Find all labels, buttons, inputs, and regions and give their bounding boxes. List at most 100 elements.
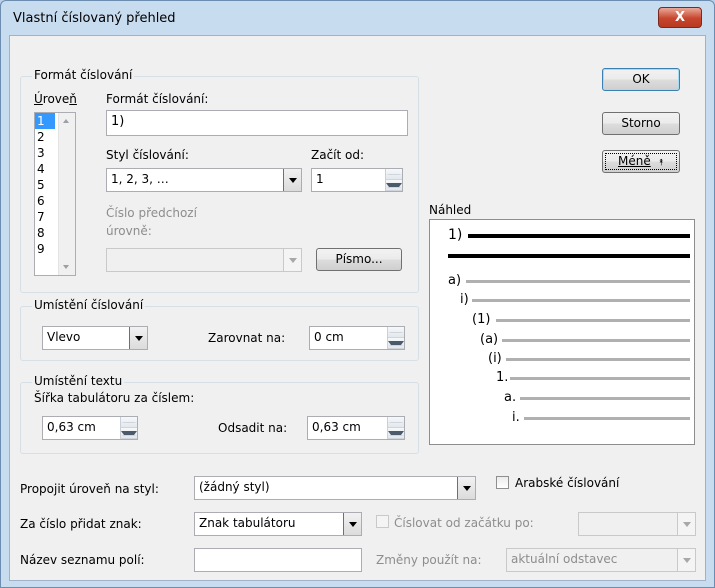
level-item-1[interactable]: 1 <box>35 113 55 129</box>
tab-width-label: Šířka tabulátoru za číslem: <box>34 391 195 405</box>
style-label: Styl číslování: <box>106 148 189 162</box>
link-style-select[interactable]: (žádný styl) <box>194 476 476 500</box>
preview-level-1-continuation <box>448 254 690 258</box>
number-position-group-label: Umístění číslování <box>32 298 146 312</box>
dialog-title: Vlastní číslovaný přehled <box>13 11 176 26</box>
link-style-value: (žádný styl) <box>199 480 270 494</box>
preview-level-3-line <box>472 299 690 302</box>
tab-width-spin-buttons[interactable] <box>120 417 137 439</box>
start-at-stepper[interactable]: 1 <box>311 168 403 192</box>
restart-after-select <box>578 512 696 536</box>
link-style-dropdown-icon[interactable] <box>457 477 475 499</box>
spin-up-icon[interactable] <box>121 417 137 428</box>
legal-numbering-label: Arabské číslování <box>515 476 620 490</box>
level-item-5[interactable]: 5 <box>35 177 55 193</box>
cancel-button-label: Storno <box>621 116 661 130</box>
preview-level-2-label: a) <box>448 273 462 288</box>
dialog-client-area: Formát číslování Úroveň 1 2 3 4 5 6 7 8 … <box>9 35 706 581</box>
apply-to-dropdown-icon <box>677 549 695 571</box>
alignment-dropdown-icon[interactable] <box>129 327 147 349</box>
indent-stepper[interactable]: 0,63 cm <box>307 416 405 440</box>
apply-to-select: aktuální odstavec <box>506 548 696 572</box>
align-at-value: 0 cm <box>314 330 344 344</box>
spin-down-icon[interactable] <box>121 428 137 439</box>
style-select[interactable]: 1, 2, 3, … <box>106 168 302 192</box>
preview-level-1-line <box>468 234 690 238</box>
align-at-spin-buttons[interactable] <box>387 327 404 349</box>
font-button-label: Písmo... <box>335 252 383 266</box>
preview-level-5-line <box>502 339 690 342</box>
preview-level-2-line <box>466 280 690 283</box>
number-format-group-label: Formát číslování <box>32 68 135 82</box>
preview-level-7-label: 1. <box>496 370 509 385</box>
follow-number-dropdown-icon[interactable] <box>343 513 361 535</box>
restart-numbering-label: Číslovat od začátku po: <box>394 516 534 530</box>
field-list-name-label: Název seznamu polí: <box>20 553 145 567</box>
level-item-2[interactable]: 2 <box>35 129 55 145</box>
level-item-9[interactable]: 9 <box>35 241 55 257</box>
less-button-label: Méně <box>618 154 651 168</box>
align-at-stepper[interactable]: 0 cm <box>309 326 405 350</box>
indent-spin-buttons[interactable] <box>387 417 404 439</box>
level-scrollbar[interactable] <box>58 113 75 275</box>
level-list[interactable]: 1 2 3 4 5 6 7 8 9 <box>34 112 76 276</box>
level-item-3[interactable]: 3 <box>35 145 55 161</box>
ok-button[interactable]: OK <box>602 68 680 91</box>
prev-level-label-line1: Číslo předchozí <box>106 206 197 220</box>
indent-value: 0,63 cm <box>312 420 361 434</box>
level-item-8[interactable]: 8 <box>35 225 55 241</box>
spin-up-icon[interactable] <box>388 327 404 338</box>
text-position-group-label: Umístění textu <box>32 374 125 388</box>
title-bar[interactable]: Vlastní číslovaný přehled X <box>1 1 714 35</box>
apply-to-label: Změny použít na: <box>376 553 482 567</box>
preview-level-1-label: 1) <box>448 227 463 243</box>
preview-level-8-label: a. <box>504 390 517 405</box>
align-at-label: Zarovnat na: <box>208 331 286 345</box>
preview-pane: 1) a) i) (1) (a) (i) 1. a. i. <box>429 219 695 445</box>
preview-level-6-line <box>506 358 690 361</box>
prev-level-label-line2: úrovně: <box>106 224 152 238</box>
alignment-value: Vlevo <box>47 330 81 344</box>
preview-label: Náhled <box>429 203 472 217</box>
level-item-7[interactable]: 7 <box>35 209 55 225</box>
start-at-label: Začít od: <box>311 148 365 162</box>
follow-number-label: Za číslo přidat znak: <box>20 517 142 531</box>
preview-level-9-label: i. <box>512 410 520 425</box>
field-list-name-input[interactable] <box>194 548 362 572</box>
preview-level-9-line <box>524 417 690 420</box>
preview-level-4-line <box>496 319 690 322</box>
link-style-label: Propojit úroveň na styl: <box>20 482 159 496</box>
preview-level-4-label: (1) <box>472 312 491 327</box>
preview-level-5-label: (a) <box>480 332 499 347</box>
follow-number-select[interactable]: Znak tabulátoru <box>194 512 362 536</box>
close-button[interactable]: X <box>658 7 702 28</box>
spin-down-icon[interactable] <box>388 428 404 439</box>
spin-down-icon[interactable] <box>388 338 404 349</box>
cancel-button[interactable]: Storno <box>602 112 680 135</box>
tab-width-stepper[interactable]: 0,63 cm <box>42 416 138 440</box>
collapse-arrow-icon: ⯭ <box>658 158 664 168</box>
legal-numbering-checkbox[interactable] <box>496 476 509 489</box>
spin-down-icon[interactable] <box>386 180 402 191</box>
format-input[interactable]: 1) <box>106 110 408 136</box>
scroll-down-icon[interactable] <box>63 265 69 269</box>
preview-level-3-label: i) <box>460 292 469 307</box>
level-item-4[interactable]: 4 <box>35 161 55 177</box>
less-button[interactable]: Méně ⯭ <box>602 150 680 173</box>
preview-level-8-line <box>520 397 690 400</box>
restart-numbering-checkbox <box>376 515 389 528</box>
level-item-6[interactable]: 6 <box>35 193 55 209</box>
scroll-up-icon[interactable] <box>63 119 69 123</box>
spin-up-icon[interactable] <box>386 169 402 180</box>
tab-width-value: 0,63 cm <box>47 420 96 434</box>
alignment-select[interactable]: Vlevo <box>42 326 148 350</box>
preview-level-7-line <box>510 377 690 380</box>
style-dropdown-icon[interactable] <box>283 169 301 191</box>
indent-label: Odsadit na: <box>218 421 288 435</box>
spin-up-icon[interactable] <box>388 417 404 428</box>
prev-level-dropdown-icon <box>283 249 301 271</box>
style-value: 1, 2, 3, … <box>111 172 169 186</box>
start-at-spin-buttons[interactable] <box>385 169 402 191</box>
preview-level-6-label: (i) <box>488 351 502 366</box>
font-button[interactable]: Písmo... <box>316 248 402 271</box>
